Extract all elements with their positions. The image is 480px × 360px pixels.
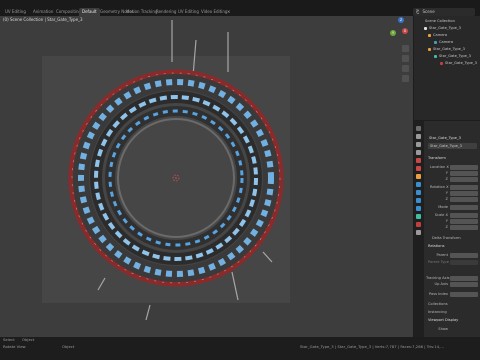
tool-tab-icon[interactable] xyxy=(416,126,421,131)
outliner-row[interactable]: Star_Gate_Type_3 xyxy=(414,25,480,31)
object-icon xyxy=(428,47,431,51)
outliner-row[interactable]: Scene Collection xyxy=(414,18,480,24)
modifier-tab-icon[interactable] xyxy=(416,182,421,187)
location-label: Location X xyxy=(430,165,449,169)
object-tab-icon[interactable] xyxy=(416,174,421,179)
physics-tab-icon[interactable] xyxy=(416,198,421,203)
world-tab-icon[interactable] xyxy=(416,166,421,171)
parent-type-label: Parent Type xyxy=(428,260,449,264)
scene-icon: ⎗ xyxy=(416,9,420,14)
pass-index-label: Pass Index xyxy=(429,292,448,296)
stargate-model[interactable] xyxy=(0,16,413,337)
scene-label: Scene xyxy=(422,9,435,14)
parent-label: Parent xyxy=(436,253,448,257)
status-select-hint: Select xyxy=(3,337,15,342)
properties-tabs xyxy=(414,121,424,337)
viewport-display-section[interactable]: Viewport Display xyxy=(428,318,458,323)
parent-type-dropdown[interactable] xyxy=(450,260,478,265)
tab-uv-editing[interactable]: UV Editing xyxy=(2,8,29,16)
camera-data-icon xyxy=(434,40,437,44)
object-name-field[interactable]: Star_Gate_Type_3 xyxy=(428,143,477,149)
material-icon xyxy=(440,61,443,65)
relations-section[interactable]: Relations xyxy=(428,244,445,249)
tracking-axis-field[interactable] xyxy=(450,276,478,281)
pan-hand-icon[interactable] xyxy=(402,55,409,62)
instancing-section[interactable]: Instancing xyxy=(428,310,447,315)
particles-tab-icon[interactable] xyxy=(416,190,421,195)
location-z-label: Z xyxy=(445,177,448,181)
grid-toggle-icon[interactable] xyxy=(402,75,409,82)
status-mode: Object xyxy=(62,344,75,349)
location-z-field[interactable] xyxy=(450,177,478,182)
transform-section[interactable]: Transform xyxy=(428,156,446,161)
rotation-x-field[interactable] xyxy=(450,185,478,190)
render-tab-icon[interactable] xyxy=(416,134,421,139)
status-stats: Star_Gate_Type_3 | Star_Gate_Type_3 | Ve… xyxy=(300,344,445,349)
outliner-row[interactable]: Camera xyxy=(414,39,480,45)
camera-view-icon[interactable] xyxy=(402,65,409,72)
scale-x-field[interactable] xyxy=(450,213,478,218)
up-axis-field[interactable] xyxy=(450,282,478,287)
gizmo-z-icon[interactable]: Z xyxy=(398,17,404,23)
data-tab-icon[interactable] xyxy=(416,214,421,219)
rotation-y-label: Y xyxy=(445,191,448,195)
outliner-row[interactable]: Camera xyxy=(414,32,480,38)
material-tab-icon[interactable] xyxy=(416,222,421,227)
object-name-label: Star_Gate_Type_3 xyxy=(429,136,461,140)
status-object-hint: Object xyxy=(22,337,35,342)
collection-icon xyxy=(420,20,423,23)
rotation-y-field[interactable] xyxy=(450,191,478,196)
pass-index-field[interactable] xyxy=(450,292,478,297)
status-bar: Select Rotate View Object Object Star_Ga… xyxy=(0,337,480,360)
scale-z-field[interactable] xyxy=(450,225,478,230)
parent-field[interactable] xyxy=(450,253,478,258)
mesh-icon xyxy=(434,54,437,58)
scale-z-label: Z xyxy=(445,225,448,229)
3d-cursor[interactable] xyxy=(172,174,180,182)
outliner-row[interactable]: Star_Gate_Type_3 xyxy=(414,46,480,52)
delta-transform-section[interactable]: Delta Transform xyxy=(432,236,461,241)
tracking-axis-label: Tracking Axis xyxy=(426,276,450,280)
view-layer-tab-icon[interactable] xyxy=(416,150,421,155)
status-rotate-hint: Rotate View xyxy=(3,344,26,349)
rotation-mode-label: Mode xyxy=(438,205,448,209)
show-label: Show xyxy=(438,327,448,331)
rotation-z-field[interactable] xyxy=(450,197,478,202)
rotation-z-label: Z xyxy=(445,197,448,201)
location-y-label: Y xyxy=(445,171,448,175)
constraints-tab-icon[interactable] xyxy=(416,206,421,211)
scale-label: Scale X xyxy=(434,213,448,217)
output-tab-icon[interactable] xyxy=(416,142,421,147)
location-x-field[interactable] xyxy=(450,165,478,170)
scale-y-field[interactable] xyxy=(450,219,478,224)
collections-section[interactable]: Collections xyxy=(428,302,448,307)
zoom-icon[interactable] xyxy=(402,45,409,52)
gizmo-y-icon[interactable]: Y xyxy=(390,30,396,36)
outliner-panel: Scene Collection Star_Gate_Type_3 Camera… xyxy=(414,16,480,120)
location-y-field[interactable] xyxy=(450,171,478,176)
scale-y-label: Y xyxy=(445,219,448,223)
workspace-tabbar: UV Editing Animation Compositing Default… xyxy=(0,0,480,16)
scene-tab-icon[interactable] xyxy=(416,158,421,163)
scene-selector[interactable]: ⎗ Scene xyxy=(413,8,475,16)
plus-icon[interactable]: × xyxy=(224,8,233,16)
up-axis-label: Up Axis xyxy=(434,282,448,286)
outliner-row[interactable]: Star_Gate_Type_3 xyxy=(414,60,480,66)
texture-tab-icon[interactable] xyxy=(416,230,421,235)
collection-icon xyxy=(424,26,427,30)
rotation-label: Rotation X xyxy=(430,185,449,189)
object-icon xyxy=(428,33,431,37)
gizmo-x-icon[interactable]: X xyxy=(402,28,408,34)
outliner-row[interactable]: Star_Gate_Type_3 xyxy=(414,53,480,59)
rotation-mode-dropdown[interactable] xyxy=(450,205,478,210)
